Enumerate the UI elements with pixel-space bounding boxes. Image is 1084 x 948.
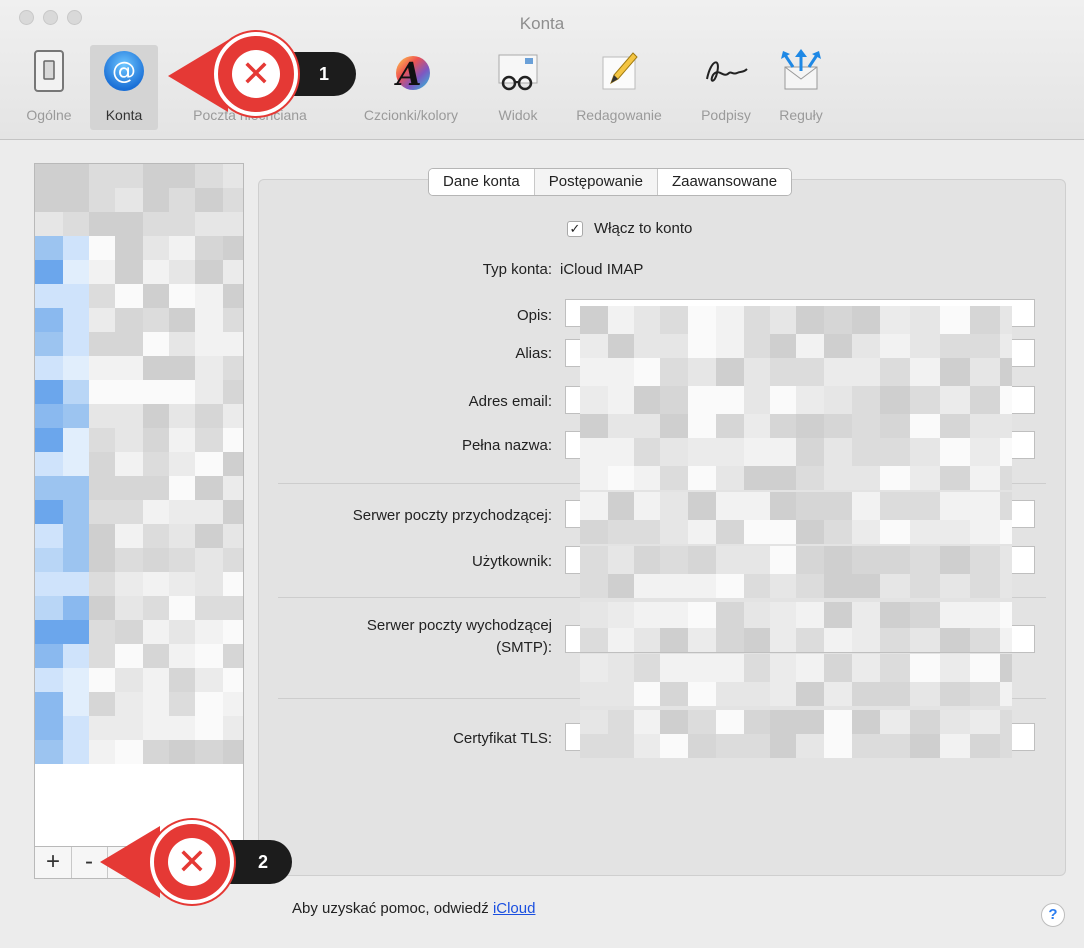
account-list-item[interactable] (35, 476, 243, 500)
toolbar-label-signatures: Podpisy (701, 107, 751, 123)
account-list-item[interactable] (35, 452, 243, 476)
help-prefix: Aby uzyskać pomoc, odwiedź (292, 900, 493, 917)
toolbar-item-general[interactable]: Ogólne (14, 45, 84, 130)
window-title: Konta (519, 14, 565, 33)
toolbar-item-compose[interactable]: Redagowanie (556, 45, 682, 130)
account-list-item[interactable] (35, 380, 243, 404)
segmented-tabs: Dane konta Postępowanie Zaawansowane (428, 168, 793, 196)
account-list-item[interactable] (35, 620, 243, 644)
x-mark-icon: ✕ (176, 841, 208, 882)
help-button[interactable]: ? (1041, 903, 1065, 927)
tab-account-info[interactable]: Dane konta (429, 169, 535, 195)
toolbar-item-fonts[interactable]: A Czcionki/kolory (342, 45, 480, 130)
account-list-item[interactable] (35, 236, 243, 260)
account-list-item[interactable] (35, 692, 243, 716)
toolbar-item-rules[interactable]: Reguły (770, 45, 832, 130)
general-switch-icon (32, 49, 66, 98)
account-list-item[interactable] (35, 428, 243, 452)
incoming-server-label: Serwer poczty przychodzącej: (352, 507, 552, 524)
account-list-item[interactable] (35, 404, 243, 428)
tab-advanced[interactable]: Zaawansowane (657, 169, 792, 195)
account-list-item[interactable] (35, 212, 243, 236)
account-list-item[interactable] (35, 668, 243, 692)
enable-account-label: Włącz to konto (594, 220, 693, 237)
tab-mailbox-behaviors[interactable]: Postępowanie (534, 169, 658, 195)
rules-arrows-icon (779, 49, 823, 98)
account-list-item[interactable] (35, 164, 243, 188)
callout-1-badge: ✕ (214, 32, 298, 116)
preferences-window: Konta Ogólne @ Konta Poczta niechciana A… (0, 0, 1084, 948)
outgoing-server-label-smtp: (SMTP): (496, 639, 552, 656)
account-list-item[interactable] (35, 548, 243, 572)
account-list-item[interactable] (35, 260, 243, 284)
fullname-label: Pełna nazwa: (461, 437, 552, 454)
signature-icon (701, 49, 751, 98)
glasses-view-icon (495, 49, 541, 98)
toolbar-label-compose: Redagowanie (576, 107, 662, 123)
user-label: Użytkownik: (471, 553, 552, 570)
toolbar-label-general: Ogólne (26, 107, 72, 123)
account-list-item[interactable] (35, 332, 243, 356)
help-text: Aby uzyskać pomoc, odwiedź iCloud (292, 900, 535, 917)
svg-text:@: @ (112, 57, 136, 85)
account-list-item[interactable] (35, 524, 243, 548)
account-list-item[interactable] (35, 284, 243, 308)
account-list-item[interactable] (35, 572, 243, 596)
toolbar-label-rules: Reguły (779, 107, 823, 123)
account-list-item[interactable] (35, 716, 243, 740)
enable-account-checkbox[interactable]: ✓ (567, 221, 583, 237)
alias-label: Alias: (515, 345, 552, 362)
toolbar-item-view[interactable]: Widok (482, 45, 554, 130)
x-mark-icon: ✕ (240, 53, 272, 94)
account-list-item[interactable] (35, 596, 243, 620)
toolbar-label-accounts: Konta (105, 107, 143, 123)
account-type-value: iCloud IMAP (560, 261, 644, 278)
font-color-icon: A (389, 49, 433, 98)
toolbar-label-view: Widok (498, 107, 538, 123)
account-list-item[interactable] (35, 740, 243, 764)
svg-text:A: A (394, 55, 422, 93)
toolbar-item-accounts[interactable]: @ Konta (90, 45, 158, 130)
account-type-label: Typ konta: (482, 261, 552, 278)
account-list-item[interactable] (35, 308, 243, 332)
add-account-button[interactable]: + (35, 847, 72, 878)
email-label: Adres email: (468, 393, 552, 410)
title-bar: Konta Ogólne @ Konta Poczta niechciana A… (0, 0, 1084, 140)
toolbar-item-signatures[interactable]: Podpisy (684, 45, 768, 130)
pencil-compose-icon (597, 49, 641, 98)
account-list[interactable] (34, 163, 244, 847)
account-list-item[interactable] (35, 356, 243, 380)
icloud-help-link[interactable]: iCloud (493, 900, 536, 917)
callout-2-badge: ✕ (150, 820, 234, 904)
description-label: Opis: (516, 307, 552, 324)
at-sign-icon: @ (102, 49, 146, 98)
outgoing-server-label: Serwer poczty wychodzącej (366, 617, 552, 634)
account-list-item[interactable] (35, 188, 243, 212)
toolbar-label-fonts: Czcionki/kolory (363, 107, 459, 123)
account-list-item[interactable] (35, 500, 243, 524)
tls-certificate-label: Certyfikat TLS: (453, 730, 552, 747)
account-list-item[interactable] (35, 644, 243, 668)
